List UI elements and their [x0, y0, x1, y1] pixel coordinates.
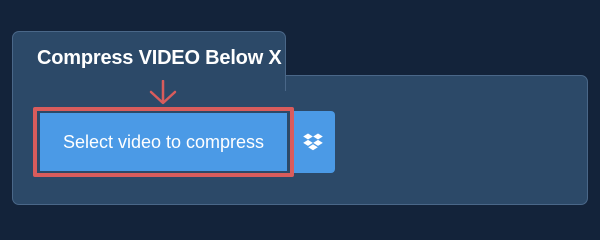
arrow-down-icon — [149, 80, 177, 105]
highlight-outline — [33, 107, 294, 177]
dropbox-button[interactable] — [290, 111, 335, 173]
dropbox-icon — [302, 133, 323, 151]
card-title: Compress VIDEO Below X — [37, 47, 282, 69]
